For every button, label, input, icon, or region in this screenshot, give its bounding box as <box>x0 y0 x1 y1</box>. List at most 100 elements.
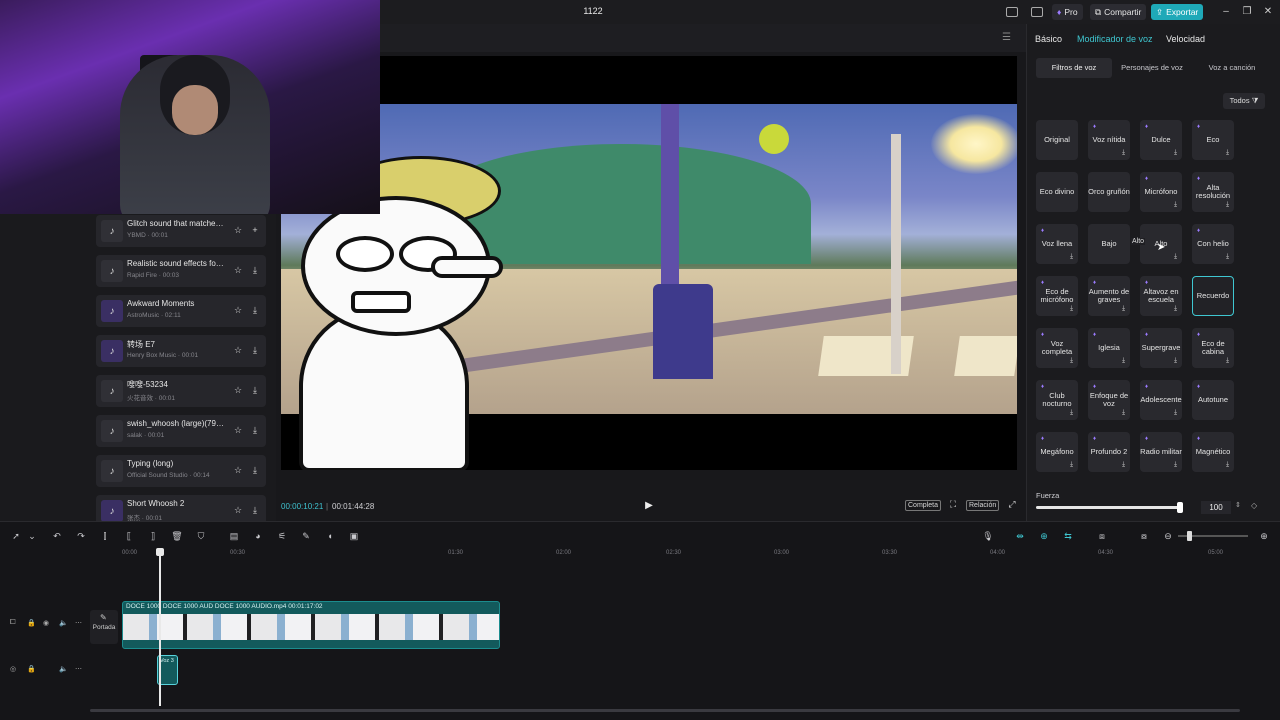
adjust-icon[interactable]: ⚟ <box>276 530 288 542</box>
voice-filter-option[interactable]: ♦ Radio militar ⤓ <box>1140 432 1182 472</box>
voice-filter-option[interactable]: Bajo <box>1088 224 1130 264</box>
favorite-icon[interactable]: ☆ <box>232 304 244 316</box>
favorite-icon[interactable]: ☆ <box>232 424 244 436</box>
favorite-icon[interactable]: ☆ <box>232 464 244 476</box>
crop-tool-icon[interactable]: ▣ <box>348 530 360 542</box>
shield-icon[interactable]: ⛉ <box>195 530 207 542</box>
tab-modificador-de-voz[interactable]: Modificador de voz <box>1077 34 1153 44</box>
ratio-button[interactable]: Relación <box>966 500 1000 511</box>
redo-icon[interactable]: ↷ <box>75 530 87 542</box>
voice-filter-option[interactable]: Recuerdo <box>1192 276 1234 316</box>
download-icon[interactable]: ⤓ <box>249 264 261 276</box>
layout-icon[interactable] <box>1006 7 1018 17</box>
zoom-in-icon[interactable]: ⊕ <box>1258 530 1270 542</box>
caption-toggle-icon[interactable]: ⧇ <box>1138 530 1150 542</box>
sound-item[interactable]: ♪ 嗖嗖-53234 火花音效 · 00:01 ☆ ⤓ <box>96 375 266 407</box>
subtab-personajes-de-voz[interactable]: Personajes de voz <box>1114 58 1190 78</box>
track-cover-icon[interactable]: ⧠ <box>10 619 16 627</box>
voice-filter-option[interactable]: ♦ Megáfono ⤓ <box>1036 432 1078 472</box>
menu-icon[interactable]: ☰ <box>1002 32 1011 43</box>
sound-item[interactable]: ♪ swish_whoosh (large)(794... salak · 00:0… <box>96 415 266 447</box>
voice-filter-option[interactable]: ♦ Voz nítida ⤓ <box>1088 120 1130 160</box>
voice-filter-option[interactable]: ♦ Iglesia ⤓ <box>1088 328 1130 368</box>
download-icon[interactable]: ⤓ <box>249 504 261 516</box>
tab-velocidad[interactable]: Velocidad <box>1166 34 1205 44</box>
download-icon[interactable]: ⤓ <box>249 304 261 316</box>
voice-filter-option[interactable]: Orco gruñón <box>1088 172 1130 212</box>
favorite-icon[interactable]: ☆ <box>232 264 244 276</box>
split-left-icon[interactable]: ⟦ <box>123 530 135 542</box>
video-preview[interactable] <box>281 56 1017 470</box>
keyboard-icon[interactable] <box>1031 7 1043 17</box>
voice-filter-option[interactable]: ♦ Altavoz en escuela ⤓ <box>1140 276 1182 316</box>
favorite-icon[interactable]: ☆ <box>232 504 244 516</box>
favorite-icon[interactable]: ☆ <box>232 384 244 396</box>
play-icon[interactable]: ▶ <box>642 499 656 513</box>
eye-icon[interactable]: ◉ <box>43 619 49 627</box>
voice-filter-option[interactable]: ♦ Con helio ⤓ <box>1192 224 1234 264</box>
close-icon[interactable]: ✕ <box>1261 5 1275 19</box>
audio-icon[interactable]: ◖ <box>324 530 336 542</box>
crop-icon[interactable]: ⛶ <box>947 499 959 511</box>
playhead-handle[interactable] <box>156 548 164 556</box>
full-button[interactable]: Completa <box>905 500 941 511</box>
voice-filter-option[interactable]: ♦ Enfoque de voz ⤓ <box>1088 380 1130 420</box>
voice-filter-option[interactable]: ♦ Aumento de graves ⤓ <box>1088 276 1130 316</box>
voice-filter-option[interactable]: ♦ Magnético ⤓ <box>1192 432 1234 472</box>
split-right-icon[interactable]: ⟧ <box>147 530 159 542</box>
undo-icon[interactable]: ↶ <box>51 530 63 542</box>
magnet-icon[interactable]: ⊕ <box>1038 530 1050 542</box>
voice-filter-option[interactable]: ♦ Voz completa ⤓ <box>1036 328 1078 368</box>
favorite-icon[interactable]: ☆ <box>232 344 244 356</box>
voice-filter-option[interactable]: ♦ Voz llena ⤓ <box>1036 224 1078 264</box>
strength-value-input[interactable]: 100 <box>1201 501 1231 514</box>
voice-filter-option[interactable]: ♦ Profundo 2 ⤓ <box>1088 432 1130 472</box>
time-ruler[interactable]: 00:00 00:30 01:30 02:00 02:30 03:00 03:30 04:00… <box>118 548 1280 562</box>
sound-item[interactable]: ♪ Realistic sound effects for ... Rapid Fi… <box>96 255 266 287</box>
sound-item[interactable]: ♪ 转场 E7 Henry Box Music · 00:01 ☆ ⤓ <box>96 335 266 367</box>
effect-icon[interactable]: ✎ <box>300 530 312 542</box>
voice-filter-option[interactable]: ♦ Club nocturno ⤓ <box>1036 380 1078 420</box>
subtab-filtros-de-voz[interactable]: Filtros de voz <box>1036 58 1112 78</box>
mask-icon[interactable]: ◕ <box>252 530 264 542</box>
voice-filter-option[interactable]: ♦ Autotune <box>1192 380 1234 420</box>
cover-button[interactable]: ✎ Portada <box>90 610 118 644</box>
maximize-icon[interactable]: ❐ <box>1240 5 1254 19</box>
strength-slider-handle[interactable] <box>1177 502 1183 513</box>
zoom-slider-handle[interactable] <box>1187 531 1192 541</box>
mute-icon[interactable]: 🔈 <box>59 619 68 627</box>
voice-filter-option[interactable]: ♦ Alta resolución ⤓ <box>1192 172 1234 212</box>
video-clip[interactable]: DOCE 1000 DOCE 1000 AUD DOCE 1000 AUDIO.… <box>122 601 500 649</box>
playhead[interactable] <box>159 550 161 706</box>
audio-mute-icon[interactable]: 🔈 <box>59 665 68 673</box>
delete-icon[interactable]: 🗑 <box>171 530 183 542</box>
download-icon[interactable]: ⤓ <box>249 424 261 436</box>
minimize-icon[interactable]: – <box>1219 5 1233 19</box>
audio-more-icon[interactable]: ⋯ <box>75 665 82 673</box>
voice-filter-option[interactable]: ♦ Eco ⤓ <box>1192 120 1234 160</box>
export-button[interactable]: ⇪ Exportar <box>1151 4 1203 20</box>
voice-filter-option[interactable]: ♦ Supergrave ⤓ <box>1140 328 1182 368</box>
download-icon[interactable]: ⤓ <box>249 344 261 356</box>
chevron-down-icon[interactable]: ⌄ <box>26 530 38 542</box>
share-button[interactable]: ⧉ Compartir <box>1090 4 1146 20</box>
tab-basico[interactable]: Básico <box>1035 34 1062 44</box>
fullscreen-icon[interactable]: ⤢ <box>1006 499 1018 511</box>
add-icon[interactable]: + <box>249 224 261 236</box>
sound-item[interactable]: ♪ Awkward Moments AstroMusic · 02:11 ☆ ⤓ <box>96 295 266 327</box>
audio-track-icon[interactable]: ◎ <box>10 665 16 673</box>
sound-item[interactable]: ♪ Glitch sound that matches... YBMD · 00:0… <box>96 215 266 247</box>
microphone-icon[interactable]: 🎙 <box>982 530 994 542</box>
pro-button[interactable]: ♦ Pro <box>1052 4 1083 20</box>
caption-icon[interactable]: ▤ <box>228 530 240 542</box>
voice-filter-option[interactable]: ♦ Eco de cabina ⤓ <box>1192 328 1234 368</box>
link-icon[interactable]: ⇹ <box>1014 530 1026 542</box>
voice-filter-option[interactable]: ♦ Eco de micrófono ⤓ <box>1036 276 1078 316</box>
download-icon[interactable]: ⤓ <box>249 384 261 396</box>
select-tool-icon[interactable]: ➚ <box>10 530 22 542</box>
preview-icon[interactable]: ⧈ <box>1096 530 1108 542</box>
more-icon[interactable]: ⋯ <box>75 619 82 627</box>
subtab-voz-a-cancion[interactable]: Voz a canción <box>1192 58 1272 78</box>
favorite-icon[interactable]: ☆ <box>232 224 244 236</box>
audio-lock-icon[interactable]: 🔒 <box>27 665 36 673</box>
